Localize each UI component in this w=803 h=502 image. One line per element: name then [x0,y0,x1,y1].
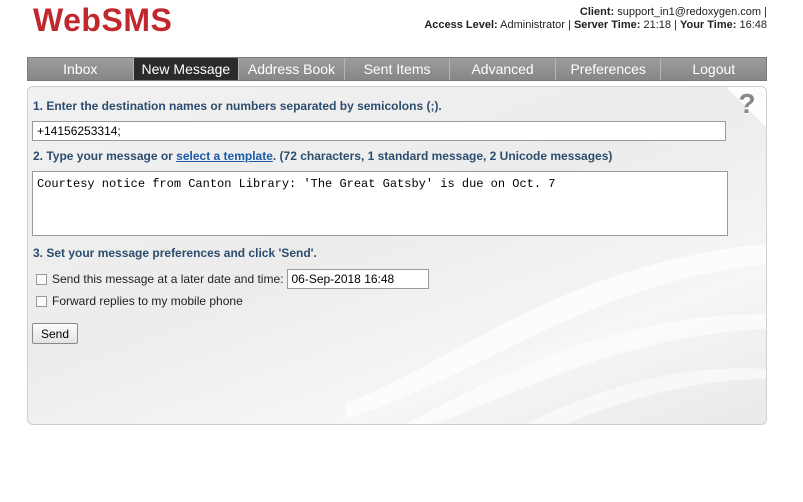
step2-suffix: . (72 characters, 1 standard message, 2 … [272,149,613,163]
access-level-value: Administrator | [500,19,571,31]
step3-label: 3. Set your message preferences and clic… [33,246,317,260]
tab-inbox[interactable]: Inbox [28,58,134,80]
tab-new-message[interactable]: New Message [133,58,240,80]
send-later-checkbox[interactable] [36,273,47,285]
message-textarea[interactable]: Courtesy notice from Canton Library: 'Th… [32,171,728,236]
your-time-value: 16:48 [739,19,767,31]
tab-address-book[interactable]: Address Book [239,58,345,80]
client-label: Client: [579,6,615,18]
send-later-row: Send this message at a later date and ti… [36,269,430,289]
tab-preferences[interactable]: Preferences [555,58,662,80]
server-time-value: 21:18 | [643,19,677,31]
help-icon[interactable]: ? [734,89,760,119]
client-value: support_in1@redoxygen.com | [617,6,767,18]
step2-prefix: 2. Type your message or [33,149,177,163]
new-message-panel: ? 1. Enter the destination names or numb… [27,86,767,425]
background-swirl [346,244,766,424]
tab-logout[interactable]: Logout [661,58,767,80]
destination-input[interactable] [32,121,726,141]
your-time-label: Your Time: [679,19,737,31]
send-later-datetime-input[interactable] [287,269,430,289]
websms-logo: WebSMS [33,2,173,38]
tab-sent-items[interactable]: Sent Items [344,58,451,80]
access-level-label: Access Level: [424,19,498,31]
step1-label: 1. Enter the destination names or number… [33,99,442,113]
status-line: Access Level: Administrator | Server Tim… [424,19,767,32]
send-button[interactable]: Send [32,323,78,344]
forward-replies-checkbox[interactable] [36,295,47,307]
step2-label: 2. Type your message or select a templat… [33,149,612,163]
select-template-link[interactable]: select a template [176,149,273,163]
tab-advanced[interactable]: Advanced [450,58,556,80]
forward-replies-row: Forward replies to my mobile phone [36,294,243,308]
server-time-label: Server Time: [573,19,641,31]
forward-replies-label: Forward replies to my mobile phone [52,294,243,308]
header-info: Client: support_in1@redoxygen.com | Acce… [424,6,767,32]
client-line: Client: support_in1@redoxygen.com | [424,6,767,19]
send-later-label: Send this message at a later date and ti… [52,272,284,286]
main-nav: Inbox New Message Address Book Sent Item… [27,57,767,81]
